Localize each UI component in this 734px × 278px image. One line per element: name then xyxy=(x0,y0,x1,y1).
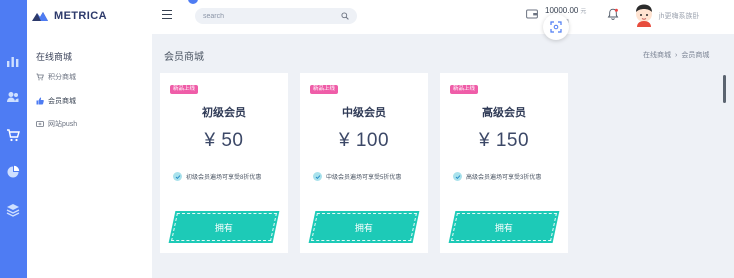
sidebar-item-points-mall[interactable]: 积分商城 xyxy=(36,72,76,82)
brand-mark-icon xyxy=(32,12,48,21)
card-perk: 中级会员遍场可享受5折优惠 xyxy=(313,172,401,181)
card-price: ¥ 150 xyxy=(478,130,530,151)
header-indicator xyxy=(188,0,198,4)
scan-button[interactable] xyxy=(543,14,569,40)
new-badge: 新品上线 xyxy=(450,85,479,94)
push-icon xyxy=(36,120,44,128)
search-icon[interactable] xyxy=(341,12,349,20)
balance-amount: 10000.00 xyxy=(545,6,579,15)
card-price: ¥ 100 xyxy=(338,130,390,151)
card-price: ¥ 50 xyxy=(204,130,244,151)
membership-card-advanced: 新品上线 高级会员 ¥ 150 高级会员遍场可享受3折优惠 拥有 xyxy=(440,73,568,253)
card-title: 高级会员 xyxy=(482,107,526,119)
sidebar-item-member-mall[interactable]: 会员商城 xyxy=(36,96,76,106)
card-perk: 高级会员遍场可享受3折优惠 xyxy=(453,172,541,181)
own-button-label: 拥有 xyxy=(494,222,513,233)
new-badge: 新品上线 xyxy=(310,85,339,94)
bar-chart-icon[interactable] xyxy=(4,52,22,70)
sidebar-item-label: 网站push xyxy=(48,121,78,128)
top-header: 10000.00元 账户余额 jh更嗨系族卧 xyxy=(152,0,734,34)
menu-toggle-icon[interactable] xyxy=(162,10,172,20)
pie-chart-icon[interactable] xyxy=(4,163,22,181)
sidebar-item-web-push[interactable]: 网站push xyxy=(36,119,77,129)
membership-card-basic: 新品上线 初级会员 ¥ 50 初级会员遍场可享受8折优惠 拥有 xyxy=(160,73,288,253)
own-button[interactable]: 拥有 xyxy=(308,211,420,243)
breadcrumb-link[interactable]: 在线商城 xyxy=(643,50,671,60)
membership-card-intermediate: 新品上线 中级会员 ¥ 100 中级会员遍场可享受5折优惠 拥有 xyxy=(300,73,428,253)
scrollbar[interactable] xyxy=(723,75,726,103)
cart-icon xyxy=(36,73,44,81)
card-perk: 初级会员遍场可享受8折优惠 xyxy=(173,172,261,181)
new-badge: 新品上线 xyxy=(170,85,199,94)
page-title: 会员商城 xyxy=(164,52,204,63)
sidebar-item-label: 会员商城 xyxy=(48,98,76,105)
own-button-label: 拥有 xyxy=(214,222,233,233)
breadcrumb: 在线商城 › 会员商城 xyxy=(643,50,709,60)
chevron-right-icon: › xyxy=(675,51,678,59)
sidebar xyxy=(27,0,152,278)
icon-rail xyxy=(0,0,27,278)
breadcrumb-current: 会员商城 xyxy=(681,52,710,59)
perk-text: 中级会员遍场可享受5折优惠 xyxy=(326,175,402,181)
brand-logo[interactable]: METRICA xyxy=(32,10,107,22)
search-input[interactable] xyxy=(203,12,341,20)
cart-icon[interactable] xyxy=(4,126,22,144)
avatar[interactable] xyxy=(633,3,655,27)
wallet-icon[interactable] xyxy=(526,9,538,19)
check-icon xyxy=(173,172,182,181)
own-button[interactable]: 拥有 xyxy=(448,211,560,243)
user-name: jh更嗨系族卧 xyxy=(659,13,700,20)
layers-icon[interactable] xyxy=(4,201,22,219)
own-button-label: 拥有 xyxy=(354,222,373,233)
users-icon[interactable] xyxy=(4,88,22,106)
perk-text: 高级会员遍场可享受3折优惠 xyxy=(466,175,542,181)
card-title: 初级会员 xyxy=(202,107,246,119)
check-icon xyxy=(453,172,462,181)
balance-unit: 元 xyxy=(580,9,587,15)
search-bar[interactable] xyxy=(195,8,357,24)
scan-icon xyxy=(550,21,562,33)
sidebar-group-label: 在线商城 xyxy=(36,52,73,62)
perk-text: 初级会员遍场可享受8折优惠 xyxy=(186,175,262,181)
own-button[interactable]: 拥有 xyxy=(168,211,280,243)
thumbs-up-icon xyxy=(36,97,44,105)
brand-name: METRICA xyxy=(54,10,107,22)
card-title: 中级会员 xyxy=(342,107,386,119)
check-icon xyxy=(313,172,322,181)
bell-icon[interactable] xyxy=(607,8,619,20)
sidebar-item-label: 积分商城 xyxy=(48,74,76,81)
